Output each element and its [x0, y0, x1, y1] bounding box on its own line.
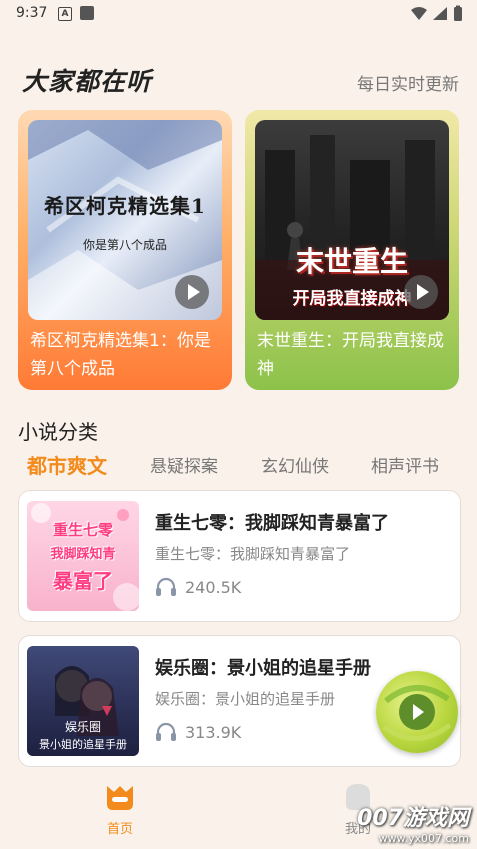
book-plays-2: 313.9K	[155, 722, 241, 742]
tab-crosstalk[interactable]: 相声评书	[371, 452, 439, 477]
book-cover-1-line2: 我脚踩知青	[50, 547, 116, 562]
book-item-1[interactable]: 重生七零 我脚踩知青 暴富了 重生七零：我脚踩知青暴富了 重生七零：我脚踩知青暴…	[18, 490, 461, 622]
book-cover-1-line1: 重生七零	[52, 521, 113, 539]
play-button-featured-2[interactable]	[404, 275, 438, 309]
notification-square-icon	[80, 6, 94, 20]
book-plays-count-2: 313.9K	[185, 722, 242, 742]
book-title-1: 重生七零：我脚踩知青暴富了	[155, 513, 389, 534]
watermark: 007游戏网 www.yx007.com	[357, 800, 469, 845]
featured-title-1: 希区柯克精选集1：你是第八个成品	[30, 331, 211, 379]
tab-mystery[interactable]: 悬疑探案	[150, 452, 218, 477]
nav-home[interactable]: 首页	[94, 782, 146, 837]
cover-subtitle-1: 你是第八个成品	[82, 238, 167, 252]
battery-icon	[454, 7, 462, 21]
floating-player[interactable]	[376, 671, 458, 753]
book-cover-2: 娱乐圈 景小姐的追星手册	[27, 646, 139, 756]
book-desc-1: 重生七零：我脚踩知青暴富了	[155, 545, 351, 563]
status-bar: 9:37 A	[0, 0, 477, 28]
tab-urban[interactable]: 都市爽文	[27, 450, 107, 479]
section-title-categories: 小说分类	[18, 420, 98, 444]
book-cover-2-line2: 景小姐的追星手册	[39, 738, 127, 751]
book-title-2: 娱乐圈：景小姐的追星手册	[155, 658, 371, 679]
book-cover-1-line3: 暴富了	[53, 569, 113, 593]
headphones-icon	[156, 577, 176, 596]
signal-icon	[433, 7, 447, 20]
headphones-icon	[156, 722, 176, 741]
notification-a-icon: A	[58, 7, 72, 21]
category-tabs: 都市爽文 悬疑探案 玄幻仙侠 相声评书	[0, 452, 477, 482]
cover-title-1: 希区柯克精选集1	[44, 194, 206, 218]
featured-cover-1: 希区柯克精选集1 你是第八个成品	[28, 120, 222, 320]
book-plays-count-1: 240.5K	[185, 577, 242, 597]
featured-cover-2: 末世重生 开局我直接成神	[255, 120, 449, 320]
featured-card-2[interactable]: 末世重生 开局我直接成神 末世重生：开局我直接成神	[245, 110, 459, 390]
system-status-icons	[411, 5, 462, 21]
cover-title-2: 末世重生	[295, 245, 408, 278]
book-cover-1: 重生七零 我脚踩知青 暴富了	[27, 501, 139, 611]
watermark-brand: 007游戏网	[357, 806, 469, 831]
status-time: 9:37	[16, 5, 48, 21]
floating-play-button[interactable]	[399, 694, 435, 730]
book-plays-1: 240.5K	[155, 577, 241, 597]
nav-home-label: 首页	[106, 822, 133, 837]
tab-fantasy[interactable]: 玄幻仙侠	[261, 452, 329, 477]
wifi-icon	[411, 7, 427, 20]
featured-card-1[interactable]: 希区柯克精选集1 你是第八个成品 希区柯克精选集1：你是第八个成品	[18, 110, 232, 390]
book-desc-2: 娱乐圈：景小姐的追星手册	[155, 690, 336, 708]
home-icon	[107, 786, 133, 810]
section-subtitle-daily: 每日实时更新	[357, 75, 459, 95]
watermark-url: www.yx007.com	[378, 832, 469, 845]
featured-title-2: 末世重生：开局我直接成神	[257, 331, 444, 379]
section-title-popular: 大家都在听	[22, 67, 153, 96]
book-cover-2-line1: 娱乐圈	[64, 720, 101, 734]
play-button-featured-1[interactable]	[175, 275, 209, 309]
